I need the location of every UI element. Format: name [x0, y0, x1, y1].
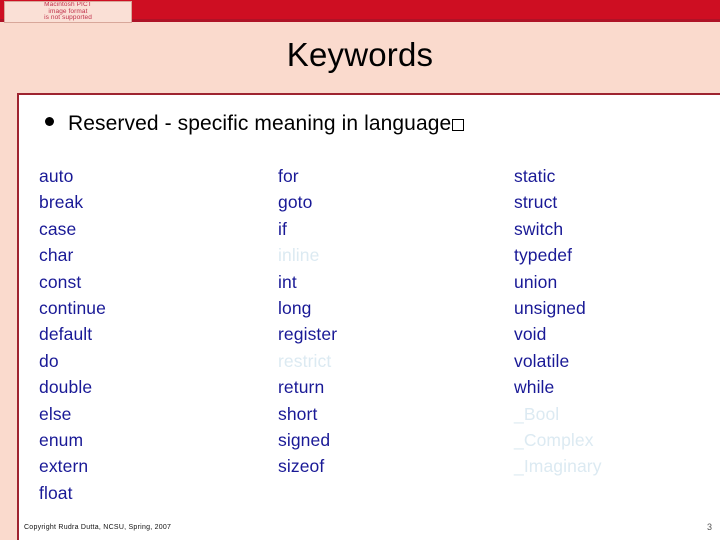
keyword-item: double — [39, 377, 93, 398]
keyword-item: break — [39, 192, 84, 213]
keyword-item: extern — [39, 456, 89, 477]
keyword-item: _Complex — [514, 430, 594, 451]
broken-image-placeholder: Macintosh PICT image format is not suppo… — [4, 1, 132, 23]
keyword-item: short — [278, 403, 318, 424]
bullet-row: Reserved - specific meaning in language — [45, 112, 465, 136]
keyword-item: int — [278, 271, 297, 292]
keyword-item: if — [278, 218, 287, 239]
keyword-item: volatile — [514, 350, 570, 371]
placeholder-line-3: is not supported — [44, 14, 92, 22]
keyword-item: return — [278, 377, 325, 398]
keyword-item: register — [278, 324, 338, 345]
keyword-item: while — [514, 377, 555, 398]
keyword-item: inline — [278, 245, 320, 266]
keyword-item: goto — [278, 192, 313, 213]
keyword-item: char — [39, 245, 74, 266]
footer-page-number: 3 — [706, 522, 712, 532]
keyword-item: union — [514, 271, 558, 292]
keyword-item: void — [514, 324, 547, 345]
keyword-item: else — [39, 403, 72, 424]
keyword-item: float — [39, 482, 73, 503]
slide-title: Keywords — [286, 36, 434, 73]
keyword-item: typedef — [514, 245, 573, 266]
missing-glyph-box-icon — [452, 119, 465, 131]
keyword-item: restrict — [278, 350, 332, 371]
keyword-item: unsigned — [514, 298, 586, 319]
keyword-item: auto — [39, 166, 74, 186]
slide-content-frame: Reserved - specific meaning in language … — [17, 93, 720, 540]
keyword-item: for — [278, 166, 299, 186]
keyword-item: default — [39, 324, 93, 345]
keyword-column-2: for goto if inline int long register restrict re… — [278, 163, 337, 480]
keyword-item: sizeof — [278, 456, 325, 477]
keyword-item: _Imaginary — [514, 456, 602, 477]
keyword-column-3: static struct switch typedef union unsigned vo… — [514, 163, 602, 480]
keyword-item: do — [39, 350, 59, 371]
keyword-item: continue — [39, 298, 106, 319]
keyword-item: struct — [514, 192, 558, 213]
keyword-column-1: auto break case char const continue default do d… — [39, 163, 106, 506]
keyword-item: signed — [278, 430, 331, 451]
keyword-item: case — [39, 218, 77, 239]
keyword-item: static — [514, 166, 556, 186]
keyword-columns: auto break case char const continue default do d… — [19, 163, 720, 523]
bullet-dot-icon — [45, 117, 54, 126]
bullet-text: Reserved - specific meaning in language — [68, 112, 465, 136]
bullet-label: Reserved - specific meaning in language — [68, 112, 452, 135]
footer-copyright: Copyright Rudra Dutta, NCSU, Spring, 200… — [24, 524, 172, 531]
keyword-item: enum — [39, 430, 84, 451]
keyword-item: _Bool — [514, 403, 560, 424]
keyword-item: switch — [514, 218, 564, 239]
keyword-item: const — [39, 271, 82, 292]
keyword-item: long — [278, 298, 312, 319]
